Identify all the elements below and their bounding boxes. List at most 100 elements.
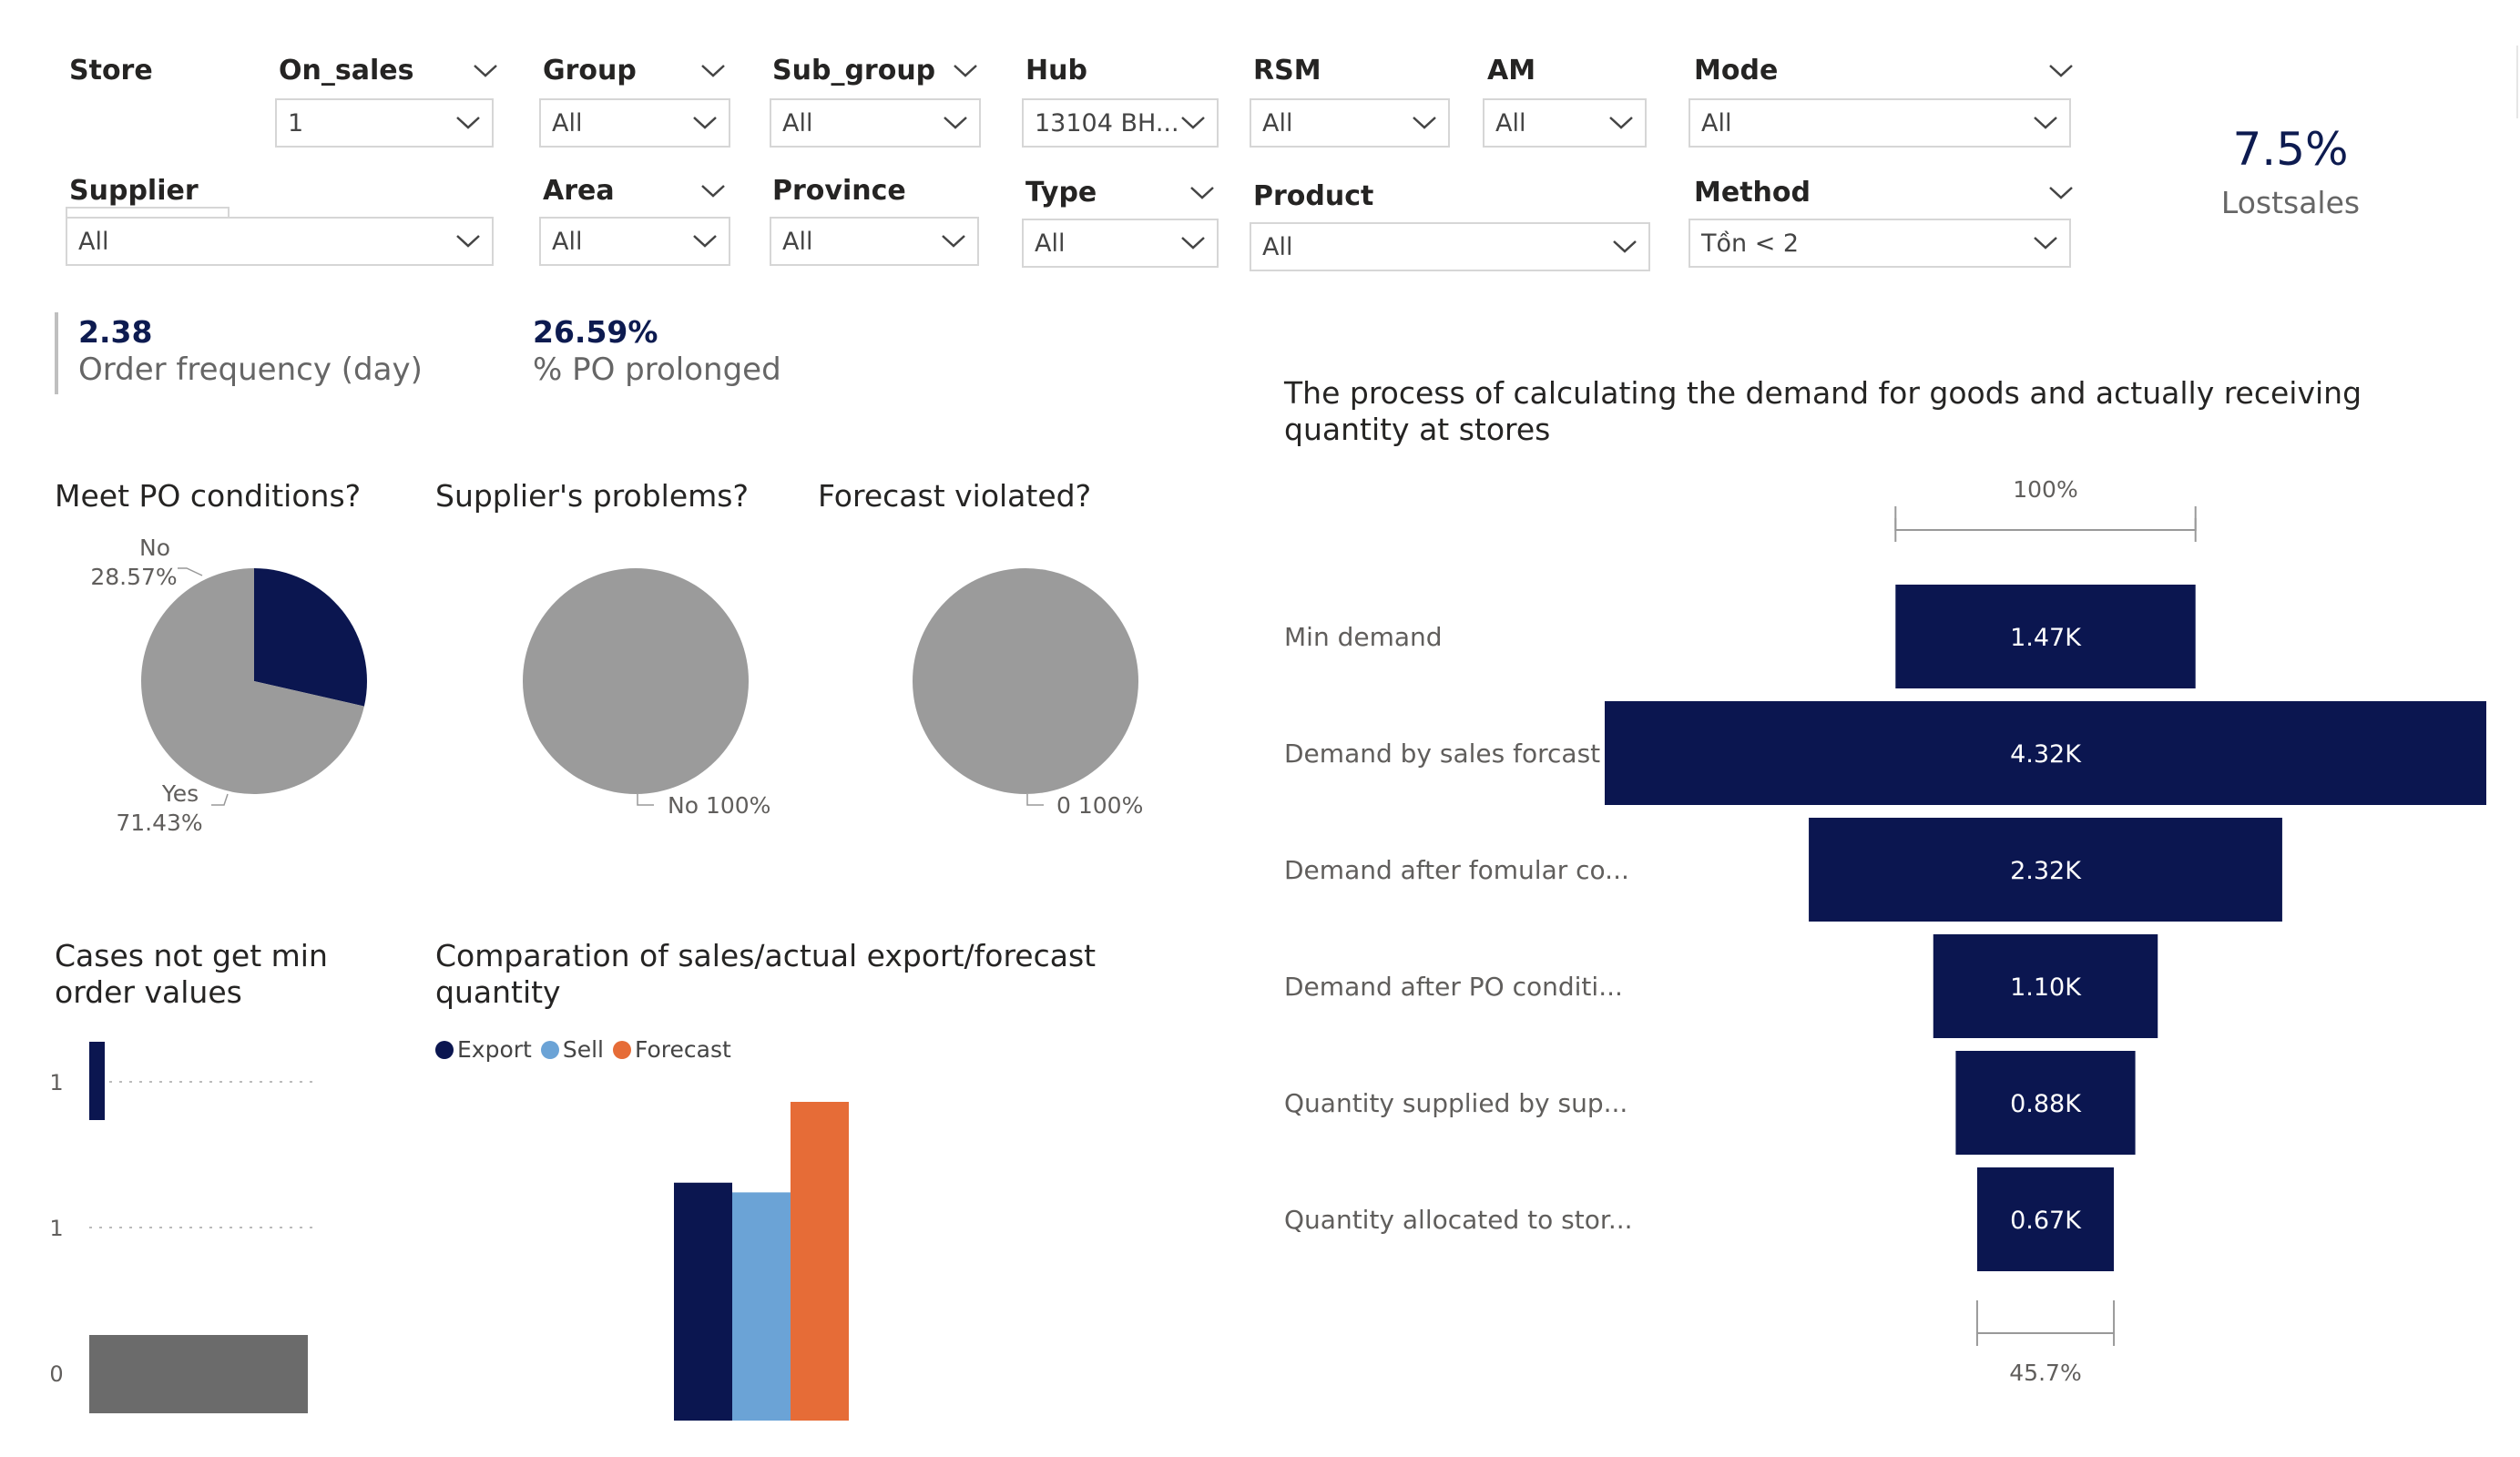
comparation-title: Comparation of sales/actual export/forec… (435, 938, 1097, 1010)
slicer-label-area: Area (543, 175, 615, 207)
min-order-title: Cases not get min order values (55, 938, 328, 1010)
slicer-label-type: Type (1025, 177, 1097, 209)
funnel-category-label: Demand after fomular co... (1284, 855, 1629, 885)
funnel-category-label: Demand after PO conditi... (1284, 972, 1623, 1002)
slicer-label-group: Group (543, 55, 637, 87)
kpi-accent-bar (55, 312, 58, 394)
slicer-label-mode: Mode (1694, 55, 1779, 87)
slicer-dropdown-sub-group[interactable]: All (770, 98, 981, 148)
chevron-down-icon (2032, 114, 2059, 132)
slicer-value: 13104 BH... (1035, 109, 1179, 138)
chevron-down-icon (454, 114, 482, 132)
slicer-dropdown-area[interactable]: All (539, 217, 730, 266)
slicer-dropdown-am[interactable]: All (1483, 98, 1647, 148)
slicer-value: All (1495, 109, 1526, 138)
slicer-label-sub-group: Sub_group (772, 55, 936, 87)
chevron-down-icon (942, 114, 969, 132)
slicer-label-rsm: RSM (1253, 55, 1321, 87)
legend-item-sell[interactable]: Sell (540, 1036, 604, 1063)
y-tick-label: 0 (49, 1361, 63, 1387)
slicer-dropdown-rsm[interactable]: All (1250, 98, 1450, 148)
slicer-dropdown-mode[interactable]: All (1689, 98, 2071, 148)
funnel-bottom-percent: 45.7% (2009, 1360, 2081, 1386)
pie-value-forecast: 0 100% (1056, 792, 1143, 819)
slicer-dropdown-group[interactable]: All (539, 98, 730, 148)
funnel-chart: 1.47K Min demand 4.32K Demand by sales forc… (1284, 476, 2486, 1386)
funnel-top-percent: 100% (2013, 476, 2077, 503)
slicer-dropdown-hub[interactable]: 13104 BH... (1022, 98, 1219, 148)
bar-forecast[interactable] (791, 1102, 849, 1421)
chevron-down-icon (940, 232, 967, 250)
pie-label-yes: Yes (161, 780, 199, 807)
chevron-down-icon[interactable] (1189, 184, 1216, 202)
y-tick-label: 1 (49, 1216, 63, 1241)
slicer-label-on-sales: On_sales (279, 55, 414, 87)
slicer-value: All (1035, 229, 1066, 258)
funnel-value-label: 4.32K (2010, 740, 2082, 769)
slicer-dropdown-product[interactable]: All (1250, 222, 1650, 271)
slicer-value: All (552, 228, 583, 256)
forecast-pie-slice[interactable] (913, 568, 1138, 794)
supplier-pie-slice[interactable] (523, 568, 749, 794)
funnel-title: The process of calculating the demand fo… (1284, 375, 2362, 447)
slicer-dropdown-supplier[interactable]: All (66, 217, 494, 266)
chevron-down-icon[interactable] (699, 62, 727, 80)
lostsales-card: 7.5% Lostsales (2186, 123, 2395, 220)
lostsales-value: 7.5% (2232, 123, 2349, 176)
funnel-category-label: Quantity supplied by sup... (1284, 1088, 1627, 1118)
slicer-value: All (78, 228, 109, 256)
pie-value-no: 28.57% (90, 564, 177, 590)
comparation-chart (674, 1102, 849, 1421)
chevron-down-icon (1611, 238, 1638, 256)
legend-marker-icon (540, 1041, 559, 1059)
chevron-down-icon (1411, 114, 1438, 132)
slicer-value: 1 (288, 109, 304, 138)
pie-charts: No 28.57% Yes 71.43% No 100% 0 100% (90, 535, 1143, 836)
order-frequency-card: 2.38 Order frequency (day) (78, 314, 423, 388)
lostsales-label: Lostsales (2220, 185, 2361, 220)
slicer-value: All (782, 109, 813, 138)
chevron-down-icon[interactable] (699, 182, 727, 200)
funnel-category-label: Quantity allocated to stor... (1284, 1205, 1633, 1235)
slicer-label-province: Province (772, 175, 906, 207)
chevron-down-icon[interactable] (2047, 184, 2075, 202)
chevron-down-icon (691, 232, 719, 250)
legend-label: Sell (562, 1036, 604, 1063)
po-prolonged-label: % PO prolonged (533, 352, 781, 388)
funnel-value-label: 0.67K (2010, 1207, 2082, 1235)
slicer-value: All (1701, 109, 1732, 138)
legend-item-forecast[interactable]: Forecast (613, 1036, 731, 1063)
comparation-legend: Export Sell Forecast (435, 1036, 740, 1063)
funnel-category-label: Demand by sales forcast (1284, 739, 1600, 769)
slicer-value: All (782, 228, 813, 256)
legend-item-export[interactable]: Export (435, 1036, 532, 1063)
pie-label-no: No (139, 535, 170, 561)
chevron-down-icon[interactable] (2047, 62, 2075, 80)
legend-marker-icon (435, 1041, 454, 1059)
slicer-label-store: Store (69, 55, 153, 87)
chevron-down-icon (1179, 114, 1207, 132)
slicer-dropdown-method[interactable]: Tồn < 2 (1689, 219, 2071, 268)
bar[interactable] (89, 1042, 105, 1120)
slicer-value: All (1262, 109, 1293, 138)
slicer-dropdown-on-sales[interactable]: 1 (275, 98, 494, 148)
legend-label: Forecast (635, 1036, 731, 1063)
chevron-down-icon[interactable] (472, 62, 499, 80)
slicer-label-supplier: Supplier (69, 175, 199, 207)
chevron-down-icon (2032, 234, 2059, 252)
y-tick-label: 1 (49, 1070, 63, 1095)
bar-sell[interactable] (732, 1192, 791, 1421)
bar[interactable] (89, 1335, 308, 1413)
bar-export[interactable] (674, 1182, 732, 1421)
legend-label: Export (457, 1036, 532, 1063)
order-frequency-label: Order frequency (day) (78, 352, 423, 388)
min-order-chart: 1 1 0 (49, 1042, 314, 1413)
slicer-dropdown-province[interactable]: All (770, 217, 979, 266)
forecast-violated-title: Forecast violated? (818, 478, 1092, 514)
slicer-dropdown-type[interactable]: All (1022, 219, 1219, 268)
slicer-value: All (552, 109, 583, 138)
chevron-down-icon[interactable] (952, 62, 979, 80)
pie-value-supplier: No 100% (668, 792, 770, 819)
slicer-value: All (1262, 233, 1293, 261)
chevron-down-icon (1179, 234, 1207, 252)
